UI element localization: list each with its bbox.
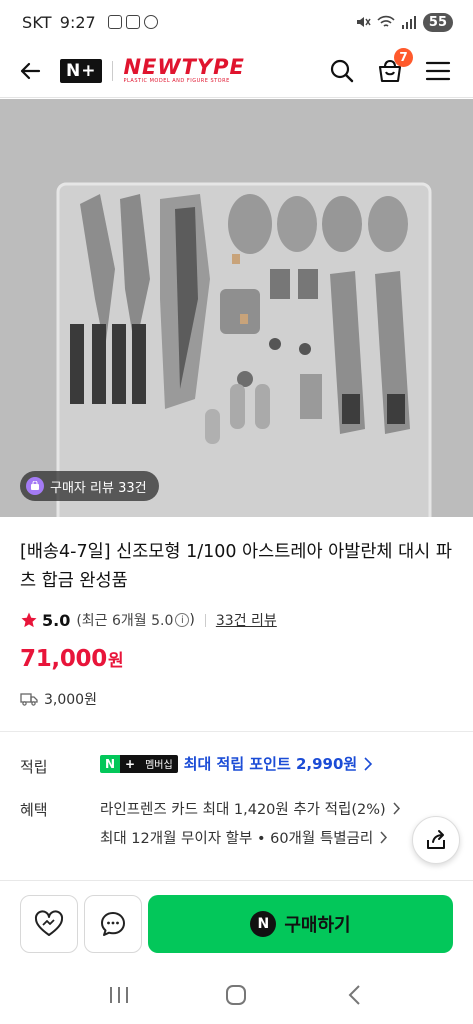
notification-icons <box>107 15 158 29</box>
chevron-right-icon <box>393 802 400 815</box>
cart-count-badge: 7 <box>394 47 413 67</box>
benefit-installment-row[interactable]: 최대 12개월 무이자 할부 • 60개월 특별금리 <box>100 827 388 848</box>
back-button[interactable] <box>0 44 60 98</box>
rating-score: 5.0 <box>42 610 71 630</box>
chevron-right-icon <box>364 756 373 771</box>
price-unit: 원 <box>107 651 124 671</box>
membership-tag: 멤버십 <box>140 754 178 773</box>
membership-plus: + <box>120 754 141 773</box>
delivery-truck-icon <box>20 693 38 706</box>
mute-icon <box>356 17 371 27</box>
clock: 9:27 <box>59 12 96 32</box>
search-button[interactable] <box>327 56 357 86</box>
chevron-left-icon <box>348 985 360 1005</box>
benefit-card-row[interactable]: 라인프렌즈 카드 최대 1,420원 추가 적립(2%) <box>100 798 401 819</box>
price: 71,000 원 <box>20 646 124 672</box>
buyer-review-pill[interactable]: 구매자 리뷰 33건 <box>20 471 159 501</box>
product-photo <box>0 99 473 517</box>
store-logo[interactable]: N+ NEWTYPE PLASTIC MODEL AND FIGURE STOR… <box>60 55 245 85</box>
bottom-action-bar: N 구매하기 <box>0 880 473 962</box>
review-pill-label: 구매자 리뷰 33건 <box>50 480 147 496</box>
share-icon <box>427 830 445 849</box>
points-label: 적립 <box>20 758 48 776</box>
recent-apps-icon <box>109 987 128 1003</box>
product-title: [배송4-7일] 신조모형 1/100 아스트레아 아발란체 대시 파츠 합금 … <box>20 542 452 591</box>
price-value: 71,000 <box>20 646 107 672</box>
brand-logo: NEWTYPE PLASTIC MODEL AND FIGURE STORE <box>123 55 245 85</box>
rating-recent: (최근 6개월 5.0 <box>76 613 174 629</box>
naver-plus-membership-badge: N + 멤버십 <box>100 754 178 774</box>
shipping-fee: 3,000원 <box>44 692 97 708</box>
benefit-installment-text: 최대 12개월 무이자 할부 • 60개월 특별금리 <box>100 831 374 847</box>
brand-name: NEWTYPE <box>123 55 245 79</box>
brand-subtitle: PLASTIC MODEL AND FIGURE STORE <box>123 78 230 84</box>
heart-icon <box>34 910 64 936</box>
product-image[interactable]: 구매자 리뷰 33건 <box>0 99 473 517</box>
home-icon <box>226 985 247 1005</box>
star-icon <box>21 612 37 628</box>
system-nav-bar <box>0 966 473 1024</box>
shipping-row: 3,000원 <box>20 689 97 709</box>
system-back-button[interactable] <box>334 975 374 1015</box>
rating-separator <box>204 613 206 627</box>
chevron-right-icon <box>380 831 388 844</box>
talk-button[interactable] <box>84 895 142 953</box>
share-button[interactable] <box>412 816 460 864</box>
screenshot-icon <box>107 15 122 29</box>
menu-button[interactable] <box>423 56 453 86</box>
chat-bubble-icon <box>101 912 125 936</box>
rating-row: 5.0 (최근 6개월 5.0 i ) 33건 리뷰 <box>20 610 277 630</box>
buy-now-button[interactable]: N 구매하기 <box>148 895 453 953</box>
recent-apps-button[interactable] <box>99 975 139 1015</box>
max-points-text: 최대 적립 포인트 2,990원 <box>183 755 358 773</box>
arrow-left-icon <box>20 62 41 79</box>
battery-indicator: 55 <box>422 12 453 32</box>
home-button[interactable] <box>216 975 256 1015</box>
naver-n-icon: N <box>250 911 277 937</box>
logo-divider <box>112 60 114 81</box>
app-notification-icon <box>125 15 140 29</box>
wishlist-button[interactable] <box>20 895 78 953</box>
status-bar: SKT 9:27 55 <box>0 0 473 44</box>
cart-button[interactable]: 7 <box>375 47 413 86</box>
points-row[interactable]: N + 멤버십 최대 적립 포인트 2,990원 <box>100 753 373 774</box>
review-bag-icon <box>26 477 44 495</box>
hamburger-menu-icon <box>425 61 451 80</box>
wifi-icon <box>377 15 395 27</box>
location-icon <box>143 15 158 29</box>
search-icon <box>330 59 354 82</box>
membership-n: N <box>100 754 121 773</box>
signal-icon <box>401 16 416 29</box>
top-header: N+ NEWTYPE PLASTIC MODEL AND FIGURE STOR… <box>0 44 473 98</box>
section-divider <box>0 731 473 732</box>
rating-recent-close: ) <box>189 612 195 628</box>
carrier-label: SKT <box>22 12 52 32</box>
buy-now-label: 구매하기 <box>284 915 351 936</box>
review-count-link[interactable]: 33건 리뷰 <box>216 610 277 630</box>
benefit-card-text: 라인프렌즈 카드 최대 1,420원 추가 적립(2%) <box>100 802 386 818</box>
naver-plus-logo: N+ <box>60 58 103 83</box>
benefits-label: 혜택 <box>20 801 48 819</box>
info-icon[interactable]: i <box>175 613 190 627</box>
